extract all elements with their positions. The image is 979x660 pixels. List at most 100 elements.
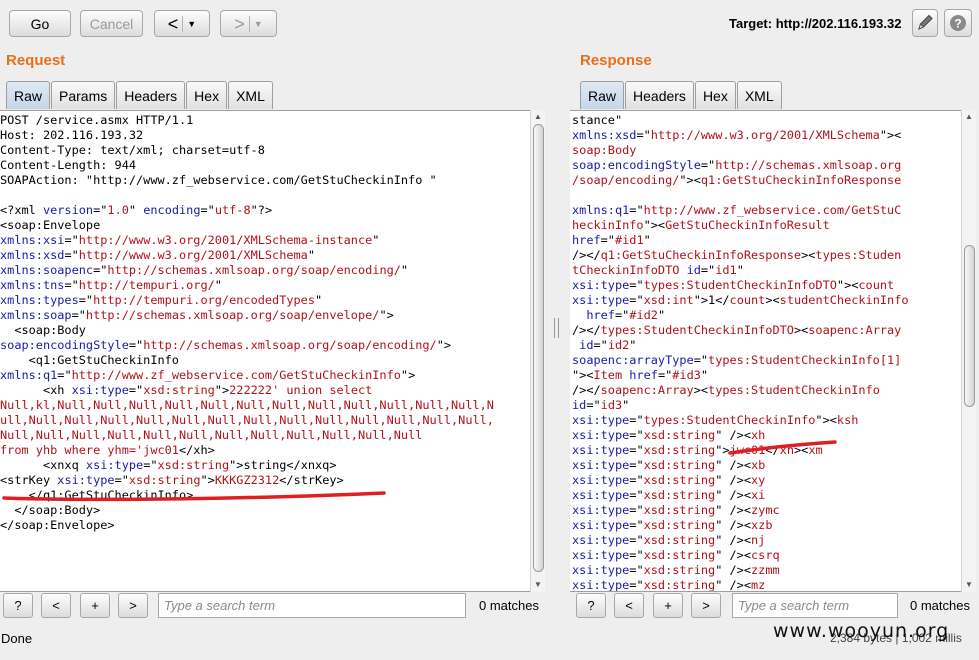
status-text: Done (1, 631, 33, 646)
response-tab-hex[interactable]: Hex (694, 81, 736, 109)
request-search-next-button[interactable]: > (118, 593, 148, 618)
response-tabs: Raw Headers Hex XML (580, 81, 783, 109)
code-line: soap:Body (572, 143, 909, 158)
code-token: =" (629, 203, 644, 217)
code-line: soapenc:arrayType="types:StudentCheckinI… (572, 353, 909, 368)
code-token: Content-Length: 944 (0, 158, 137, 172)
code-line: <xnxq xsi:type="xsd:string">string</xnxq… (0, 458, 494, 473)
help-button[interactable]: ? (944, 9, 972, 37)
request-scrollbar[interactable]: ▲ ▼ (530, 110, 545, 592)
code-line: xsi:type="types:StudentCheckinInfoDTO"><… (572, 278, 909, 293)
response-tab-raw[interactable]: Raw (580, 81, 625, 109)
code-token: =" (143, 458, 158, 472)
code-token: http://www.w3.org/2001/XMLSchema (650, 128, 880, 142)
request-search-add-button[interactable]: + (80, 593, 110, 618)
svg-text:?: ? (954, 17, 961, 31)
response-scrollbar[interactable]: ▲ ▼ (961, 110, 976, 592)
code-token: soap:encodingStyle (0, 338, 129, 352)
response-editor[interactable]: stance" xmlns:xsd="http://www.w3.org/2001… (570, 110, 961, 592)
code-token: " (700, 368, 709, 382)
cancel-button[interactable]: Cancel (80, 10, 143, 37)
request-tab-params[interactable]: Params (51, 81, 116, 109)
request-search-prev-button[interactable]: < (41, 593, 71, 618)
code-token: " />< (715, 473, 751, 487)
scroll-down-icon[interactable]: ▼ (534, 580, 542, 589)
code-token: xsi:type (572, 518, 630, 532)
code-token: =" (657, 368, 673, 382)
code-token: types:StudentCheckinInfo (643, 413, 816, 427)
code-token: >< (793, 443, 809, 457)
code-token: encoding (143, 203, 201, 217)
code-token: xsd:string (143, 383, 215, 397)
scroll-up-icon[interactable]: ▲ (965, 112, 973, 121)
response-tab-xml[interactable]: XML (736, 81, 782, 109)
code-line: xmlns:soap="http://schemas.xmlsoap.org/s… (0, 308, 494, 323)
code-token: href (586, 308, 615, 322)
code-token: utf-8 (214, 203, 251, 217)
code-token: ull,Null,Null,Null,Null,Null,Null,Null,N… (0, 413, 494, 427)
code-token: types:StudentCheckinInfoDTO (643, 278, 837, 292)
code-token: =" (636, 128, 651, 142)
response-tab-headers[interactable]: Headers (625, 81, 694, 109)
request-tab-xml[interactable]: XML (228, 81, 273, 109)
code-token: /></ (572, 383, 601, 397)
code-token: http://tempuri.org/encodedTypes (93, 293, 315, 307)
code-token: </strKey> (279, 473, 344, 487)
response-search-help-button[interactable]: ? (576, 593, 606, 618)
code-token: xsd:string (157, 458, 230, 472)
code-token: =" (629, 278, 644, 292)
code-token: soap:Body (572, 143, 637, 157)
response-scroll-thumb[interactable] (964, 245, 975, 407)
code-token: ">< (836, 278, 859, 292)
code-token: ">< (879, 128, 902, 142)
request-editor[interactable]: POST /service.asmx HTTP/1.1 Host: 202.116… (0, 110, 530, 592)
code-token: http://schemas.xmlsoap.org/soap/encoding… (107, 263, 401, 277)
code-token: =" (629, 428, 644, 442)
scroll-up-icon[interactable]: ▲ (534, 112, 542, 121)
response-search-next-button[interactable]: > (691, 593, 721, 618)
request-tab-raw[interactable]: Raw (6, 81, 51, 109)
code-line: Content-Length: 944 (0, 158, 494, 173)
request-search-input[interactable]: Type a search term (158, 593, 466, 618)
code-token: xsi:type (572, 578, 630, 592)
back-button[interactable]: < ▼ (154, 10, 210, 37)
code-token: " (629, 338, 637, 352)
code-token: "> (436, 338, 452, 352)
code-line: </q1:GetStuCheckinInfo> (0, 488, 494, 503)
code-token: xsd:string (128, 473, 201, 487)
code-token: xmlns:q1 (572, 203, 630, 217)
request-search-help-button[interactable]: ? (3, 593, 33, 618)
code-token: mz (751, 578, 766, 592)
code-token: =" (64, 233, 79, 247)
scroll-down-icon[interactable]: ▼ (965, 580, 973, 589)
response-search-input[interactable]: Type a search term (732, 593, 898, 618)
code-token: xh (751, 428, 766, 442)
code-token: xsd:string (643, 578, 716, 592)
forward-button[interactable]: > ▼ (220, 10, 277, 37)
code-token: xsi:type (71, 383, 129, 397)
code-token: xmlns:types (0, 293, 79, 307)
code-token: xi (751, 488, 766, 502)
request-tab-headers[interactable]: Headers (116, 81, 186, 109)
code-token: " (372, 233, 380, 247)
code-token: xsd:string (643, 443, 716, 457)
response-search-prev-button[interactable]: < (614, 593, 644, 618)
code-line: <q1:GetStuCheckinInfo (0, 353, 494, 368)
edit-target-button[interactable] (912, 9, 938, 37)
code-token: stance" (572, 113, 623, 127)
code-line: Null,Null,Null,Null,Null,Null,Null,Null,… (0, 428, 494, 443)
code-line: href="#id2" (572, 308, 909, 323)
code-token: =" (57, 368, 72, 382)
response-search-add-button[interactable]: + (653, 593, 683, 618)
code-token: " (657, 308, 666, 322)
code-token: xsd:string (643, 473, 716, 487)
go-button[interactable]: Go (9, 10, 71, 37)
code-token: http://schemas.xmlsoap.org/soap/encoding… (143, 338, 437, 352)
code-token: " (643, 233, 651, 247)
request-scroll-thumb[interactable] (533, 124, 544, 572)
request-tab-hex[interactable]: Hex (186, 81, 228, 109)
split-divider[interactable] (554, 318, 559, 338)
code-line: tCheckinInfoDTO id="id1" (572, 263, 909, 278)
